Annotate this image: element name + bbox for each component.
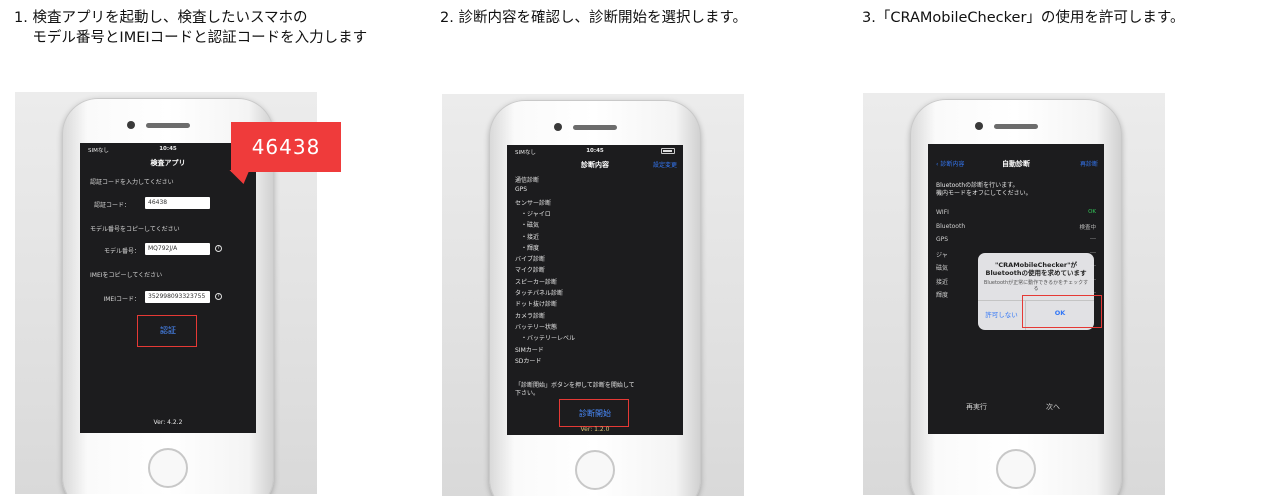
app-title: 検査アプリ — [150, 159, 186, 167]
diagnostic-item: センサー診断 — [515, 199, 552, 207]
diagnosis-row-status: --- — [1090, 236, 1096, 242]
diagnostic-item: スピーカー診断 — [515, 278, 558, 286]
phone-screen: SIMなし 10:45 検査アプリ 認証コードを入力してください 認証コード： … — [80, 143, 256, 433]
highlight-box — [559, 399, 629, 427]
screen-title: 自動診断 — [1002, 160, 1030, 168]
auth-prompt: 認証コードを入力してください — [90, 179, 174, 186]
phone-screen: SIMなし 10:45 診断内容 設定変更 通信診断 GPS センサー診断 ・ジャイロ… — [507, 145, 683, 435]
phone-screen: ‹ 診断内容 自動診断 再診断 Bluetoothの診断を行います。 機内モード… — [928, 144, 1104, 434]
diagnostic-item: 通信診断 — [515, 177, 540, 184]
status-bar: SIMなし 10:45 — [80, 143, 256, 155]
status-time: 10:45 — [586, 148, 604, 154]
start-instruction: 「診断開始」ボタンを押して診断を開始して 下さい。 — [515, 382, 635, 397]
diagnostic-item: ・ジャイロ — [521, 210, 551, 218]
diagnostic-item: タッチパネル診断 — [515, 290, 564, 297]
diagnostic-item: GPS — [515, 186, 528, 194]
step-1-caption: 1. 検査アプリを起動し、検査したいスマホの モデル番号とIMEIコードと認証コ… — [14, 10, 368, 46]
home-button — [148, 448, 188, 488]
diagnostic-item: マイク診断 — [515, 267, 545, 275]
diagnosis-row-label: GPS — [936, 236, 949, 243]
model-number-input[interactable]: MQ792J/A — [145, 243, 210, 255]
auth-label: 認証コード： — [94, 202, 131, 209]
imei-prompt: IMEIをコピーしてください — [90, 272, 163, 279]
iphone-device: SIMなし 10:45 診断内容 設定変更 通信診断 GPS センサー診断 ・ジャイロ… — [489, 100, 701, 496]
next-button[interactable]: 次へ — [1046, 402, 1060, 412]
diagnostic-item: バッテリー状態 — [515, 323, 558, 331]
diagnosis-row-label: 輝度 — [936, 292, 949, 299]
highlight-box — [137, 315, 197, 347]
model-prompt: モデル番号をコピーしてください — [90, 226, 180, 233]
diagnostic-item: ・接近 — [521, 233, 540, 241]
battery-icon — [661, 148, 675, 154]
front-camera — [975, 122, 983, 130]
imei-label: IMEIコード： — [103, 296, 140, 303]
step-3-caption: 3.「CRAMobileChecker」の使用を許可します。 — [862, 10, 1185, 26]
help-icon[interactable]: ? — [215, 293, 222, 300]
dialog-message: Bluetoothが正常に動作できるかをチェックする — [983, 280, 1089, 292]
status-time: 10:45 — [159, 146, 177, 152]
diagnostic-item: SIMカード — [515, 346, 544, 354]
bluetooth-intro: Bluetoothの診断を行います。 機内モードをオフにしてください。 — [936, 182, 1032, 197]
earpiece-speaker — [994, 124, 1038, 129]
diagnosis-row-label: Bluetooth — [936, 222, 966, 230]
diagnosis-row-label: 接近 — [936, 278, 949, 286]
diagnostic-item: ・バッテリーレベル — [521, 335, 576, 343]
diagnosis-row-status: 検査中 — [1079, 224, 1096, 231]
app-version: Ver: 1.2.0 — [580, 426, 610, 433]
highlight-box — [1022, 295, 1102, 328]
diagnosis-row-label: ジャ — [936, 251, 948, 259]
retry-button[interactable]: 再実行 — [966, 402, 987, 412]
model-label: モデル番号： — [103, 248, 140, 255]
step-2-photo: SIMなし 10:45 診断内容 設定変更 通信診断 GPS センサー診断 ・ジャイロ… — [442, 94, 744, 496]
rediagnose-link[interactable]: 再診断 — [1080, 159, 1098, 168]
deny-button[interactable]: 許可しない — [978, 309, 1025, 319]
diagnostic-item: バイブ診断 — [515, 256, 546, 264]
imei-code-input[interactable]: 352998093323755 — [145, 291, 210, 303]
diagnostic-item: ドット抜け診断 — [515, 301, 558, 309]
diagnostic-item: カメラ診断 — [515, 312, 546, 320]
diagnostic-item: ・輝度 — [521, 244, 540, 252]
diagnostic-item: SDカード — [515, 357, 542, 365]
earpiece-speaker — [146, 123, 190, 128]
auth-code-input[interactable]: 46438 — [145, 197, 210, 209]
home-button — [996, 449, 1036, 489]
diagnosis-row-status: OK — [1088, 209, 1096, 215]
step-3-photo: ‹ 診断内容 自動診断 再診断 Bluetoothの診断を行います。 機内モード… — [863, 93, 1165, 495]
status-bar: SIMなし 10:45 — [507, 145, 683, 157]
settings-change-link[interactable]: 設定変更 — [653, 160, 677, 169]
dialog-title: "CRAMobileChecker"が Bluetoothの使用を求めています — [985, 261, 1087, 277]
earpiece-speaker — [573, 125, 617, 130]
step-2-caption: 2. 診断内容を確認し、診断開始を選択します。 — [440, 10, 747, 26]
iphone-device: ‹ 診断内容 自動診断 再診断 Bluetoothの診断を行います。 機内モード… — [910, 99, 1122, 495]
help-icon[interactable]: ? — [215, 245, 222, 252]
diagnosis-row-label: 磁気 — [936, 265, 949, 272]
diagnosis-row-label: WIFI — [936, 209, 949, 216]
front-camera — [127, 121, 135, 129]
front-camera — [554, 123, 562, 131]
home-button — [575, 450, 615, 490]
app-version: Ver: 4.2.2 — [153, 419, 183, 426]
diagnostic-item: ・磁気 — [521, 222, 540, 230]
auth-code-callout: 46438 — [231, 122, 341, 172]
